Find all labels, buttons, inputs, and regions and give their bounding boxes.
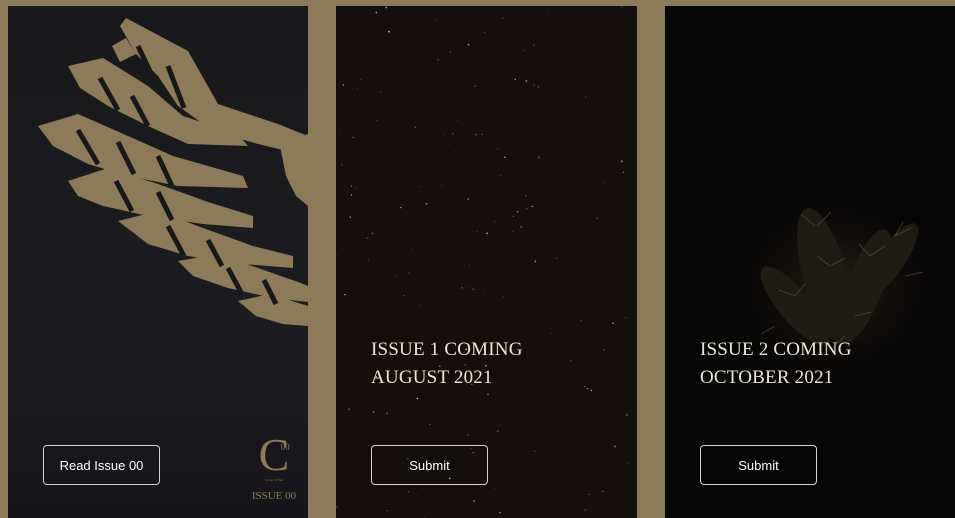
logo-letter: C xyxy=(258,429,290,480)
issue-1-card: ISSUE 1 COMING AUGUST 2021 Submit xyxy=(336,6,637,518)
issue-2-heading-line1: ISSUE 2 COMING xyxy=(700,339,852,360)
issue-1-heading-line1: ISSUE 1 COMING xyxy=(371,339,523,360)
logo-mark: C 00 xyxy=(259,432,290,478)
issue-2-heading-line2: OCTOBER 2021 xyxy=(700,367,834,388)
issue-00-logo: C 00 A Cup Of Tea ISSUE 00 xyxy=(244,432,304,503)
starfield-background xyxy=(336,6,628,518)
issue-1-heading-line2: AUGUST 2021 xyxy=(371,367,493,388)
logo-inner-number: 00 xyxy=(280,442,290,452)
issue-00-card: Read Issue 00 C 00 A Cup Of Tea ISSUE 00 xyxy=(8,6,308,518)
submit-issue-1-button[interactable]: Submit xyxy=(371,445,488,485)
issue-2-heading: ISSUE 2 COMING OCTOBER 2021 xyxy=(700,336,852,392)
issue-2-card: ISSUE 2 COMING OCTOBER 2021 Submit xyxy=(665,6,955,518)
logo-issue-label: ISSUE 00 xyxy=(251,490,297,502)
issue-1-heading: ISSUE 1 COMING AUGUST 2021 xyxy=(371,336,523,392)
submit-issue-2-button[interactable]: Submit xyxy=(700,445,817,485)
read-issue-00-button[interactable]: Read Issue 00 xyxy=(43,445,160,485)
